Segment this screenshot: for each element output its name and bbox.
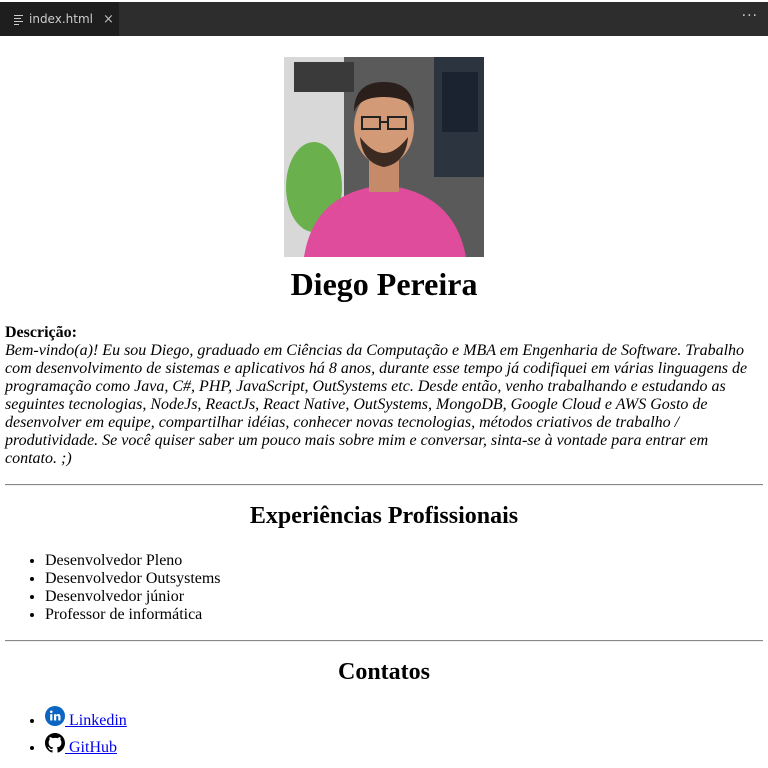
editor-tab-bar: index.html × ··· bbox=[0, 0, 768, 36]
contacts-title: Contatos bbox=[337, 659, 430, 685]
github-label: GitHub bbox=[69, 739, 117, 756]
contact-item-linkedin: Linkedin bbox=[45, 706, 763, 733]
description-section: Descrição: Bem-vindo(a)! Eu sou Diego, g… bbox=[5, 324, 763, 468]
file-lines-icon bbox=[14, 14, 23, 25]
contact-item-github: GitHub bbox=[45, 733, 763, 760]
tab-index-html[interactable]: index.html × bbox=[0, 2, 119, 36]
experience-item: Desenvolvedor júnior bbox=[45, 588, 763, 606]
divider bbox=[5, 640, 763, 642]
github-icon bbox=[45, 733, 65, 753]
github-link[interactable]: GitHub bbox=[45, 733, 117, 756]
close-icon[interactable]: × bbox=[103, 12, 114, 27]
experience-item: Professor de informática bbox=[45, 606, 763, 624]
divider bbox=[5, 484, 763, 486]
page-content: Diego Pereira Descrição: Bem-vindo(a)! E… bbox=[0, 57, 768, 760]
contacts-list: Linkedin GitHub bbox=[5, 706, 763, 760]
experience-title: Experiências Profissionais bbox=[249, 503, 519, 529]
experience-item: Desenvolvedor Pleno bbox=[45, 552, 763, 570]
tab-label: index.html bbox=[29, 12, 93, 26]
avatar-container bbox=[5, 57, 763, 257]
description-title: Descrição: bbox=[5, 324, 77, 341]
avatar bbox=[284, 57, 484, 257]
experience-list: Desenvolvedor Pleno Desenvolvedor Outsys… bbox=[5, 552, 763, 624]
linkedin-icon bbox=[45, 706, 65, 726]
profile-name: Diego Pereira bbox=[290, 266, 478, 302]
experience-item: Desenvolvedor Outsystems bbox=[45, 570, 763, 588]
description-text: Bem-vindo(a)! Eu sou Diego, graduado em … bbox=[5, 342, 748, 467]
more-icon[interactable]: ··· bbox=[742, 8, 758, 24]
linkedin-link[interactable]: Linkedin bbox=[45, 706, 127, 729]
linkedin-label: Linkedin bbox=[69, 712, 127, 729]
